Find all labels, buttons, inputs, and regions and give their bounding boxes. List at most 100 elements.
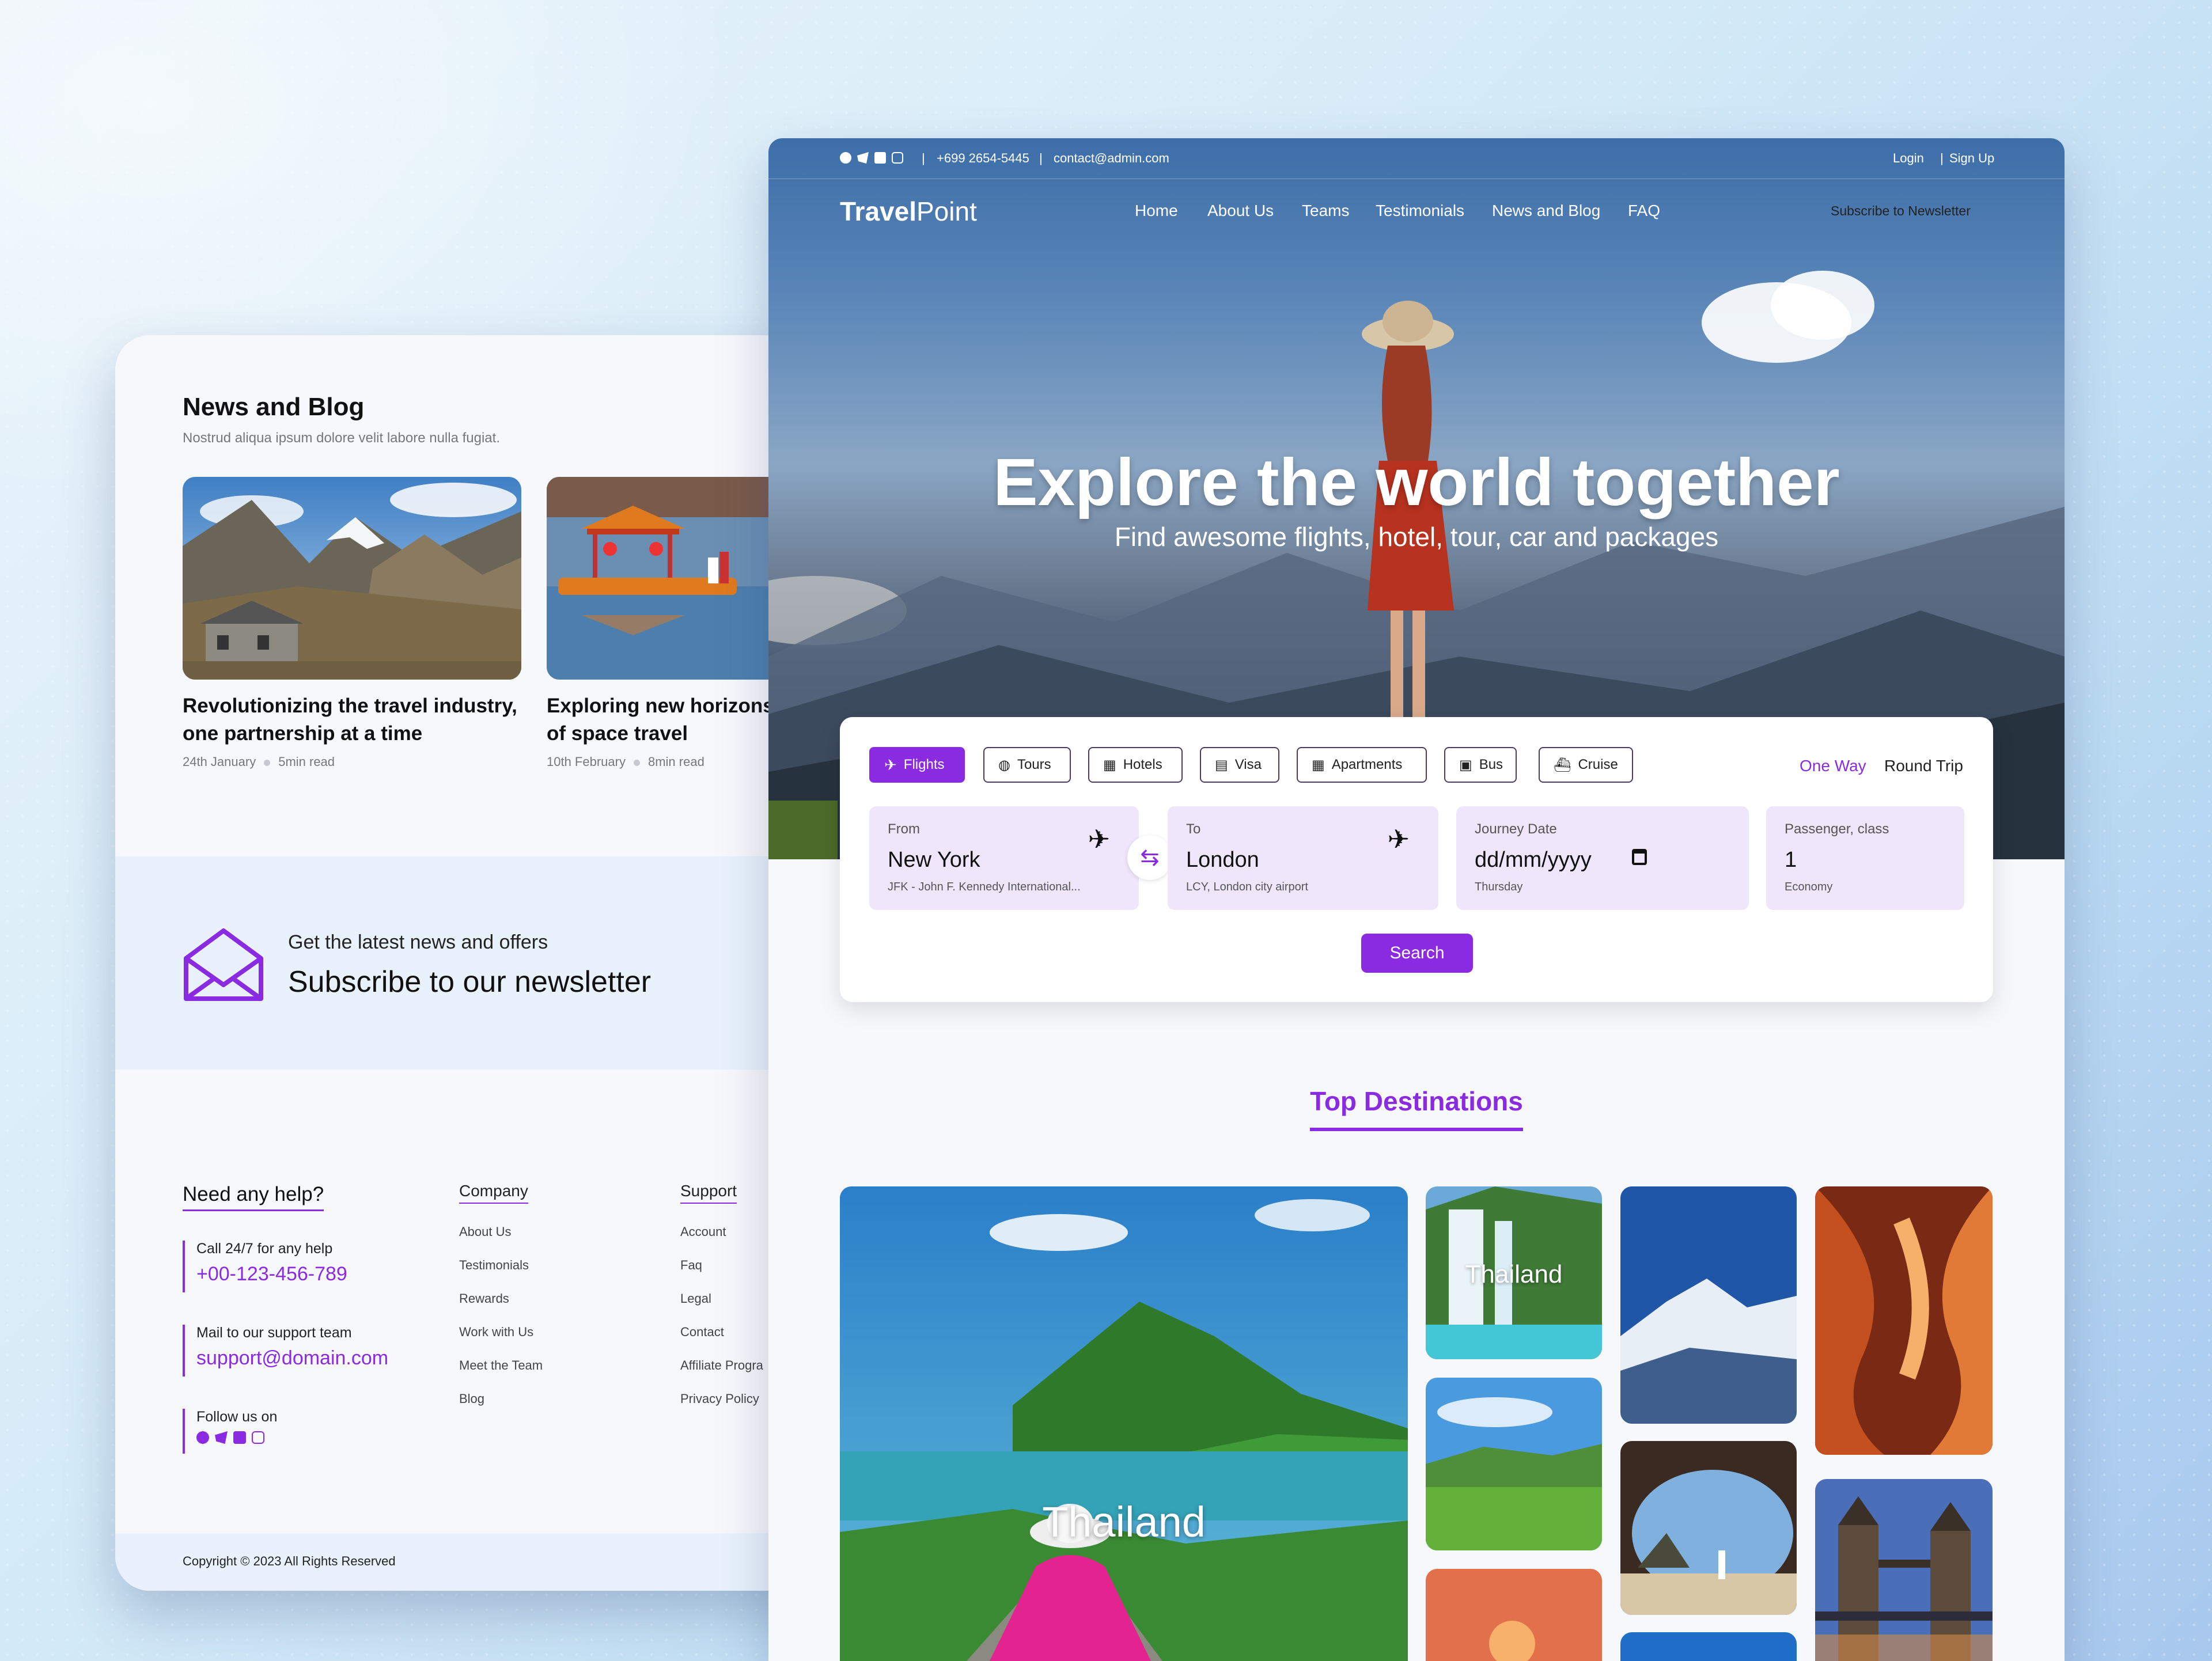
tab-apartments[interactable]: ▦ Apartments: [1297, 747, 1427, 783]
nav-testimonials[interactable]: Testimonials: [1376, 202, 1464, 220]
destination-card-sunset[interactable]: [1426, 1569, 1602, 1661]
destination-label-small: Thailand: [1465, 1260, 1563, 1288]
to-label: To: [1186, 821, 1201, 837]
destination-card-cave-beach[interactable]: [1620, 1441, 1797, 1615]
from-value[interactable]: New York: [888, 848, 1120, 873]
blog-post-title-1-line2[interactable]: one partnership at a time: [183, 720, 528, 748]
support-link[interactable]: Legal: [680, 1291, 711, 1306]
company-link[interactable]: About Us: [459, 1224, 512, 1239]
trip-type-one-way[interactable]: One Way: [1800, 757, 1866, 775]
passenger-value[interactable]: 1: [1785, 848, 1946, 873]
date-label: Journey Date: [1475, 821, 1557, 837]
plane-departure-icon: ✈: [1088, 824, 1110, 854]
brand-logo-bold[interactable]: Travel: [840, 196, 916, 226]
to-detail: LCY, London city airport: [1186, 881, 1308, 893]
nav-about[interactable]: About Us: [1207, 202, 1274, 220]
company-link[interactable]: Rewards: [459, 1291, 509, 1306]
tab-visa[interactable]: ▤ Visa: [1200, 747, 1279, 783]
copyright-text: Copyright © 2023 All Rights Reserved: [183, 1554, 396, 1568]
company-link[interactable]: Meet the Team: [459, 1358, 543, 1373]
company-link[interactable]: Testimonials: [459, 1258, 529, 1273]
brand-logo-light[interactable]: Point: [916, 196, 977, 226]
calendar-icon[interactable]: [1632, 849, 1647, 865]
plane-icon: ✈: [884, 756, 897, 773]
facebook-icon[interactable]: [196, 1431, 209, 1444]
to-field[interactable]: To London LCY, London city airport ✈: [1168, 806, 1438, 910]
support-link[interactable]: Faq: [680, 1258, 702, 1273]
swap-button[interactable]: ⇆: [1127, 835, 1172, 880]
mail-help-block: Mail to our support team support@domain.…: [183, 1325, 388, 1376]
support-link[interactable]: Account: [680, 1224, 726, 1239]
twitter-icon[interactable]: [857, 152, 869, 164]
topbar-email[interactable]: contact@admin.com: [1054, 151, 1169, 166]
tab-flights[interactable]: ✈ Flights: [869, 747, 965, 783]
support-link[interactable]: Privacy Policy: [680, 1391, 759, 1406]
from-field[interactable]: From New York JFK - John F. Kennedy Inte…: [869, 806, 1139, 910]
tab-cruise[interactable]: ⛴ Cruise: [1539, 747, 1633, 783]
blog-section-subtitle: Nostrud aliqua ipsum dolore velit labore…: [183, 430, 500, 446]
blog-post-image-mountains[interactable]: [183, 477, 521, 680]
blog-section-title: News and Blog: [183, 393, 365, 421]
linkedin-icon[interactable]: [874, 152, 886, 164]
destination-card-blue[interactable]: [1620, 1632, 1797, 1661]
phone-link[interactable]: +00-123-456-789: [196, 1263, 347, 1285]
trip-type-round-trip[interactable]: Round Trip: [1884, 757, 1963, 775]
blog-post-date: 24th January: [183, 754, 256, 769]
support-link[interactable]: Affiliate Progra: [680, 1358, 763, 1373]
nav-home[interactable]: Home: [1135, 202, 1178, 220]
tab-label: Flights: [903, 757, 945, 772]
tab-label: Cruise: [1578, 757, 1618, 772]
signup-link[interactable]: Sign Up: [1949, 151, 1994, 166]
brand-logo[interactable]: TravelPoint: [840, 196, 977, 227]
company-link[interactable]: Blog: [459, 1391, 484, 1406]
newsletter-title[interactable]: Subscribe to our newsletter: [288, 965, 651, 999]
social-icons: [196, 1431, 277, 1444]
blog-post-meta-2: 10th February 8min read: [547, 754, 704, 769]
destination-card-waterfall[interactable]: Thailand: [1426, 1186, 1602, 1359]
destination-card-snow-mountain[interactable]: [1620, 1186, 1797, 1424]
title-underline: [1310, 1128, 1523, 1131]
support-title: Support: [680, 1182, 737, 1204]
email-link[interactable]: support@domain.com: [196, 1347, 388, 1370]
instagram-icon[interactable]: [892, 152, 903, 164]
tab-label: Bus: [1479, 757, 1503, 772]
top-destinations-title: Top Destinations: [1310, 1086, 1523, 1116]
linkedin-icon[interactable]: [233, 1431, 246, 1444]
nav-teams[interactable]: Teams: [1302, 202, 1349, 220]
destination-card-tower-bridge[interactable]: [1815, 1479, 1993, 1661]
mail-label: Mail to our support team: [196, 1325, 352, 1341]
plane-arrival-icon: ✈: [1387, 824, 1410, 854]
tab-bus[interactable]: ▣ Bus: [1444, 747, 1517, 783]
help-title: Need any help?: [183, 1183, 324, 1211]
instagram-icon[interactable]: [252, 1431, 264, 1444]
to-value[interactable]: London: [1186, 848, 1420, 873]
topbar-phone[interactable]: +699 2654-5445: [937, 151, 1029, 166]
apartment-icon: ▦: [1312, 757, 1325, 773]
nav-news-blog[interactable]: News and Blog: [1492, 202, 1600, 220]
subscribe-newsletter-link[interactable]: Subscribe to Newsletter: [1831, 203, 1971, 219]
hero-title: Explore the world together: [993, 445, 1840, 519]
twitter-icon[interactable]: [215, 1431, 228, 1444]
tab-label: Tours: [1017, 757, 1051, 772]
passenger-class-field[interactable]: Passenger, class 1 Economy: [1766, 806, 1964, 910]
destination-card-thailand-main[interactable]: Thailand: [840, 1186, 1408, 1661]
destination-card-fields[interactable]: [1426, 1378, 1602, 1550]
journey-date-field[interactable]: Journey Date dd/mm/yyyy Thursday: [1456, 806, 1749, 910]
from-detail: JFK - John F. Kennedy International...: [888, 881, 1081, 893]
login-link[interactable]: Login: [1893, 151, 1924, 166]
tab-tours[interactable]: ◍ Tours: [983, 747, 1071, 783]
company-link[interactable]: Work with Us: [459, 1325, 533, 1340]
destination-card-canyon[interactable]: [1815, 1186, 1993, 1455]
support-link[interactable]: Contact: [680, 1325, 724, 1340]
blog-post-title-1-line1[interactable]: Revolutionizing the travel industry,: [183, 692, 528, 720]
nav-faq[interactable]: FAQ: [1628, 202, 1660, 220]
blog-post-meta-1: 24th January 5min read: [183, 754, 335, 769]
blog-post-title-1[interactable]: Revolutionizing the travel industry, one…: [183, 692, 528, 748]
tab-hotels[interactable]: ▦ Hotels: [1088, 747, 1183, 783]
facebook-icon[interactable]: [840, 152, 851, 164]
search-button[interactable]: Search: [1361, 934, 1473, 973]
from-label: From: [888, 821, 920, 837]
date-value[interactable]: dd/mm/yyyy: [1475, 848, 1730, 873]
blog-post-read-time: 5min read: [278, 754, 335, 769]
tab-label: Apartments: [1331, 757, 1403, 772]
